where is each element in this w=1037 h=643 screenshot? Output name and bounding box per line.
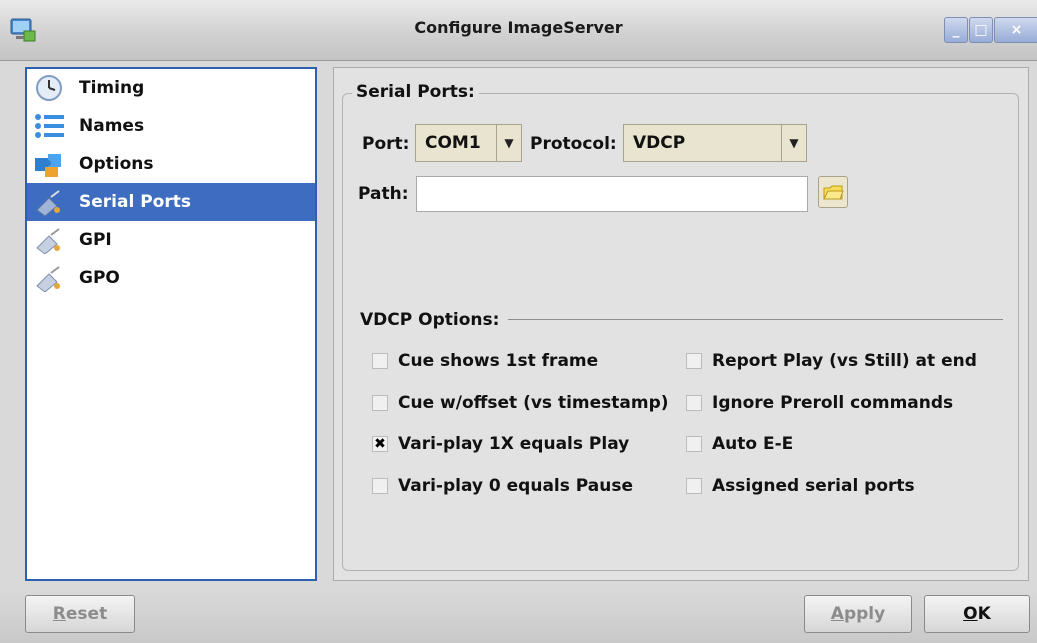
plug-icon	[36, 190, 60, 216]
checkbox-cue-offset[interactable]: Cue w/offset (vs timestamp)	[372, 393, 669, 413]
checkbox-box[interactable]	[686, 353, 702, 369]
serial-ports-group-title: Serial Ports:	[352, 82, 479, 102]
sidebar-item-names[interactable]: Names	[27, 107, 315, 145]
checkbox-cue-first-frame[interactable]: Cue shows 1st frame	[372, 351, 598, 371]
minimize-button[interactable]: _	[944, 17, 968, 43]
sidebar-item-gpi[interactable]: GPI	[27, 221, 315, 259]
checkbox-label: Cue shows 1st frame	[398, 351, 599, 371]
reset-button[interactable]: Reset	[25, 595, 135, 633]
apply-mnemonic: A	[830, 604, 844, 624]
sidebar-item-timing[interactable]: Timing	[27, 69, 315, 107]
checkbox-label: Auto E-E	[712, 434, 794, 454]
ok-label: K	[977, 604, 991, 624]
list-icon	[35, 114, 64, 138]
checkbox-box[interactable]	[372, 395, 388, 411]
checkbox-label: Assigned serial ports	[712, 476, 915, 496]
checkbox-label: Cue w/offset (vs timestamp)	[398, 393, 669, 413]
checkbox-label: Report Play (vs Still) at end	[712, 351, 977, 371]
minimize-icon: _	[952, 22, 960, 38]
sidebar-item-options[interactable]: Options	[27, 145, 315, 183]
settings-category-list[interactable]: Timing Names Options Serial Ports GPI GP…	[25, 67, 317, 581]
checkbox-label: Vari-play 0 equals Pause	[398, 476, 634, 496]
plug-icon	[36, 228, 60, 254]
apply-button[interactable]: Apply	[804, 595, 912, 633]
divider	[508, 319, 1003, 320]
sidebar-item-label: GPO	[79, 268, 120, 288]
port-label: Port:	[362, 134, 410, 154]
checkbox-box[interactable]	[686, 395, 702, 411]
chevron-down-icon[interactable]: ▼	[496, 125, 521, 161]
port-value: COM1	[425, 133, 481, 153]
browse-folder-button[interactable]	[818, 176, 848, 208]
close-button[interactable]: ×	[994, 17, 1037, 43]
close-icon: ×	[1010, 22, 1023, 38]
serial-ports-groupbox	[342, 93, 1019, 571]
ok-button[interactable]: OK	[924, 595, 1030, 633]
sidebar-item-gpo[interactable]: GPO	[27, 259, 315, 297]
path-label: Path:	[358, 184, 409, 204]
checkbox-variplay-1x[interactable]: ✖ Vari-play 1X equals Play	[372, 434, 629, 454]
maximize-icon: □	[974, 22, 988, 38]
checkbox-box[interactable]: ✖	[372, 436, 388, 452]
checkbox-box[interactable]	[372, 478, 388, 494]
chevron-down-icon[interactable]: ▼	[781, 125, 806, 161]
port-select[interactable]: COM1 ▼	[415, 124, 522, 162]
protocol-value: VDCP	[633, 133, 686, 153]
title-bar[interactable]: Configure ImageServer _ □ ×	[0, 0, 1037, 61]
reset-label: eset	[65, 604, 108, 624]
plug-icon	[36, 266, 60, 292]
checkbox-box[interactable]	[686, 478, 702, 494]
ok-mnemonic: O	[963, 604, 978, 624]
checkbox-auto-ee[interactable]: Auto E-E	[686, 434, 793, 454]
puzzle-icon	[35, 154, 61, 177]
sidebar-item-serial-ports[interactable]: Serial Ports	[27, 183, 315, 221]
check-mark-icon: ✖	[374, 436, 386, 452]
checkbox-label: Ignore Preroll commands	[712, 393, 954, 413]
protocol-select[interactable]: VDCP ▼	[623, 124, 807, 162]
clock-icon	[36, 75, 62, 101]
window-title: Configure ImageServer	[414, 18, 623, 37]
sidebar-item-label: Options	[79, 154, 154, 174]
checkbox-variplay-0[interactable]: Vari-play 0 equals Pause	[372, 476, 633, 496]
sidebar-item-label: Serial Ports	[79, 192, 191, 212]
sidebar-item-label: GPI	[79, 230, 112, 250]
checkbox-box[interactable]	[372, 353, 388, 369]
maximize-button[interactable]: □	[969, 17, 993, 43]
apply-label: pply	[843, 604, 886, 624]
vdcp-options-title: VDCP Options:	[360, 310, 500, 330]
sidebar-item-label: Timing	[79, 78, 145, 98]
sidebar-item-label: Names	[79, 116, 145, 136]
reset-mnemonic: R	[52, 604, 66, 624]
checkbox-assigned-serial-ports[interactable]: Assigned serial ports	[686, 476, 915, 496]
path-input[interactable]	[416, 176, 808, 212]
checkbox-label: Vari-play 1X equals Play	[398, 434, 630, 454]
checkbox-ignore-preroll[interactable]: Ignore Preroll commands	[686, 393, 953, 413]
folder-icon	[823, 185, 844, 200]
checkbox-report-play[interactable]: Report Play (vs Still) at end	[686, 351, 977, 371]
protocol-label: Protocol:	[530, 134, 617, 154]
checkbox-box[interactable]	[686, 436, 702, 452]
